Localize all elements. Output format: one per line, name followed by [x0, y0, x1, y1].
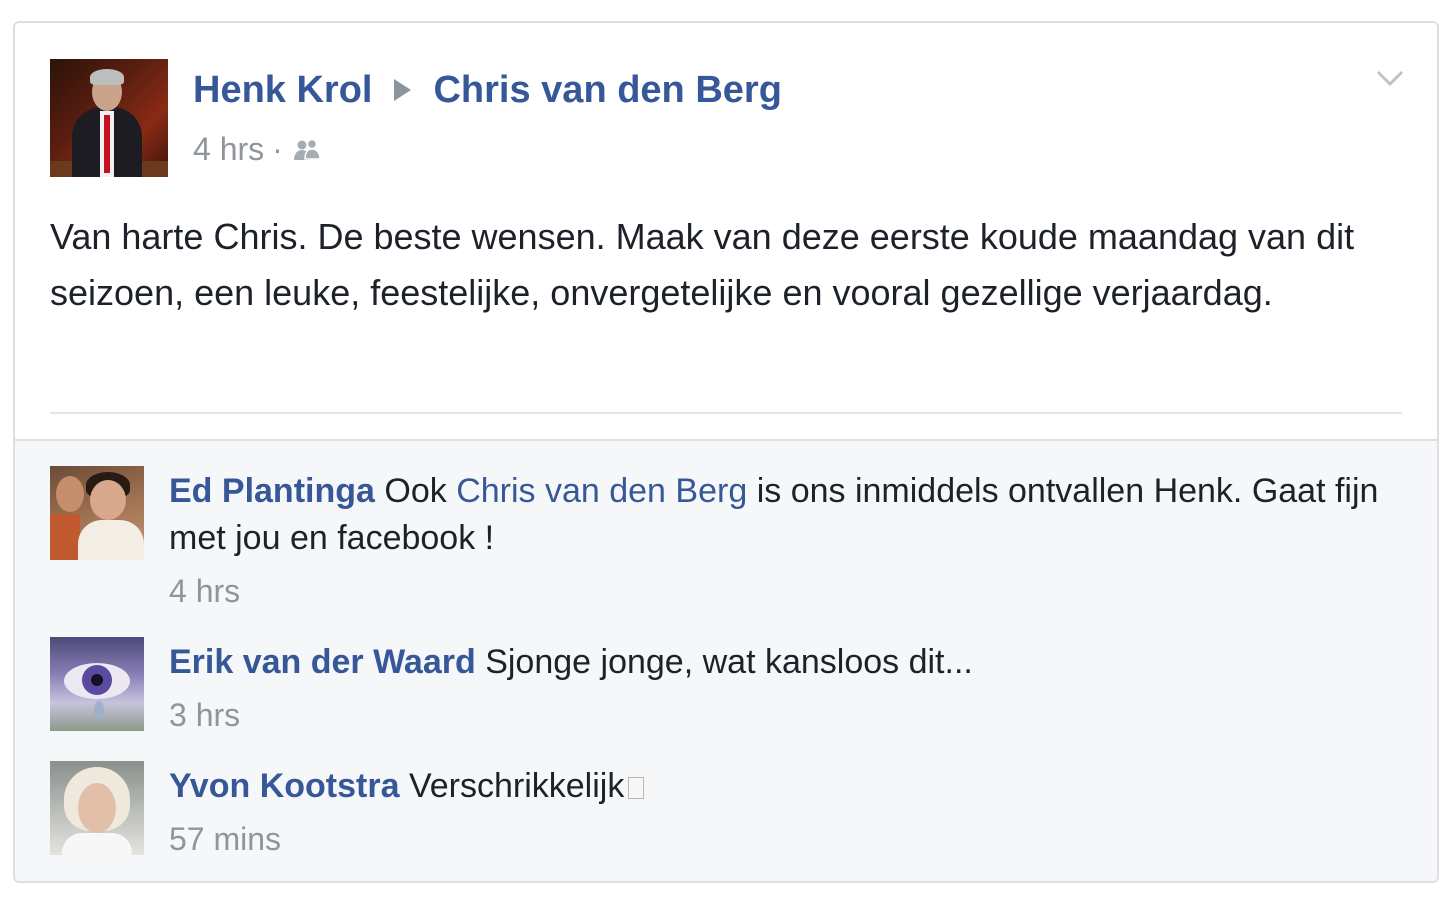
commenter-avatar[interactable] — [50, 761, 144, 855]
comment-text: Ook — [384, 472, 447, 510]
friends-icon[interactable] — [291, 138, 325, 162]
comment-body: Ed Plantinga Ook Chris van den Berg is o… — [169, 468, 1399, 615]
author-name-link[interactable]: Henk Krol — [193, 69, 372, 112]
post-meta: 4 hrs · — [193, 131, 325, 168]
commenter-avatar[interactable] — [50, 466, 144, 560]
missing-emoji-icon — [628, 777, 645, 799]
post-text: Van harte Chris. De beste wensen. Maak v… — [50, 216, 1355, 313]
comment-timestamp[interactable]: 4 hrs — [169, 568, 1399, 615]
comment-timestamp[interactable]: 57 mins — [169, 816, 1399, 863]
comment-author-link[interactable]: Ed Plantinga — [169, 472, 375, 510]
author-avatar[interactable] — [50, 59, 168, 177]
chevron-down-icon[interactable] — [1375, 69, 1405, 89]
comment-timestamp[interactable]: 3 hrs — [169, 692, 1399, 739]
post-card: Henk Krol Chris van den Berg 4 hrs · Van… — [13, 21, 1439, 883]
post-timestamp[interactable]: 4 hrs — [193, 131, 264, 168]
divider — [50, 412, 1402, 414]
post-header: Henk Krol Chris van den Berg — [193, 65, 782, 115]
meta-separator: · — [272, 131, 283, 167]
comment-author-link[interactable]: Yvon Kootstra — [169, 767, 399, 805]
comment-body: Erik van der Waard Sjonge jonge, wat kan… — [169, 639, 1399, 739]
comment-author-link[interactable]: Erik van der Waard — [169, 643, 476, 681]
arrow-right-icon — [394, 79, 412, 101]
comments-section: Ed Plantinga Ook Chris van den Berg is o… — [15, 439, 1437, 881]
comment-text: Verschrikkelijk — [408, 767, 625, 805]
comment-body: Yvon Kootstra Verschrikkelijk 57 mins — [169, 763, 1399, 863]
comment-mention-link[interactable]: Chris van den Berg — [456, 472, 747, 510]
post-header-section: Henk Krol Chris van den Berg 4 hrs · Van… — [15, 23, 1437, 439]
commenter-avatar[interactable] — [50, 637, 144, 731]
comment-text: Sjonge jonge, wat kansloos dit... — [485, 643, 973, 681]
target-name-link[interactable]: Chris van den Berg — [433, 69, 781, 112]
